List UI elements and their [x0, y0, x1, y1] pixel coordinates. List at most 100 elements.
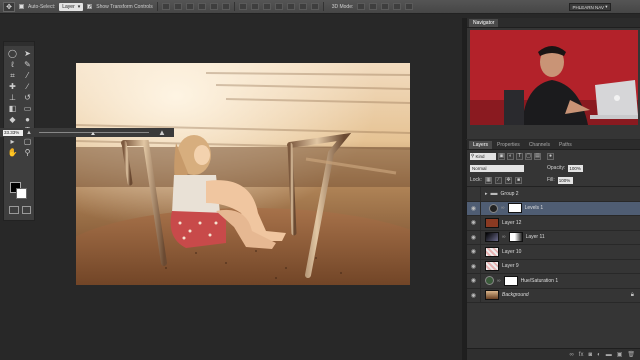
lock-all-icon[interactable]: ■	[514, 176, 522, 184]
fill-field[interactable]: 100%	[557, 176, 573, 184]
healing-brush-icon[interactable]: ✚	[5, 81, 20, 92]
layer-mask-thumbnail[interactable]	[508, 232, 523, 243]
gradient-icon[interactable]: ▭	[20, 103, 35, 114]
filter-toggle-icon[interactable]: ●	[547, 152, 554, 160]
layer-mask-thumbnail[interactable]	[507, 203, 522, 214]
add-mask-icon[interactable]: ◙	[588, 352, 592, 358]
layer-style-icon[interactable]: fx	[579, 352, 584, 358]
3d-roll-icon[interactable]	[369, 3, 378, 10]
quick-select-icon[interactable]: ✎	[20, 59, 35, 70]
layer-row-hue-saturation-1[interactable]: ◉ ∞ Hue/Saturation 1	[467, 274, 640, 289]
layer-row-background[interactable]: ◉ Background 🔒︎	[467, 288, 640, 303]
move-tool-icon[interactable]: ✥	[3, 1, 15, 12]
auto-align-icon[interactable]	[310, 3, 319, 10]
eye-icon[interactable]: ◉	[467, 216, 481, 230]
align-bottom-icon[interactable]	[185, 3, 194, 10]
visibility-off-icon[interactable]	[467, 187, 481, 201]
history-brush-icon[interactable]: ↺	[20, 92, 35, 103]
background-color-swatch[interactable]	[16, 188, 27, 199]
lasso-icon[interactable]: ℓ	[5, 59, 20, 70]
zoom-slider[interactable]	[38, 132, 149, 135]
blur-icon[interactable]: ◆	[5, 114, 20, 125]
distribute-bottom-icon[interactable]	[262, 3, 271, 10]
tab-properties[interactable]: Properties	[493, 141, 524, 149]
auto-select-checkbox[interactable]	[19, 4, 24, 9]
layer-mask-thumbnail[interactable]	[503, 275, 518, 286]
distribute-top-icon[interactable]	[238, 3, 247, 10]
eye-icon[interactable]: ◉	[467, 259, 481, 273]
trash-icon[interactable]: 🗑︎	[627, 351, 635, 358]
zoom-field[interactable]: 33.33%	[3, 129, 23, 136]
distribute-left-icon[interactable]	[274, 3, 283, 10]
rectangle-icon[interactable]: ▢	[20, 136, 35, 147]
folder-icon: ▬	[490, 190, 498, 198]
layer-row-layer-10[interactable]: ◉ Layer 10	[467, 245, 640, 260]
lock-position-icon[interactable]: ✥	[504, 176, 512, 184]
disclosure-triangle-icon[interactable]: ▸	[485, 191, 488, 197]
eyedropper-icon[interactable]: ⁄	[20, 70, 35, 81]
clone-stamp-icon[interactable]: ⊥	[5, 92, 20, 103]
eraser-icon[interactable]: ◧	[5, 103, 20, 114]
tab-paths[interactable]: Paths	[555, 141, 576, 149]
tab-navigator[interactable]: Navigator	[469, 19, 499, 27]
new-adjustment-icon[interactable]: ◐	[597, 352, 601, 358]
3d-slide-icon[interactable]	[393, 3, 402, 10]
zoom-out-icon[interactable]: ▲	[26, 130, 32, 136]
align-left-icon[interactable]	[197, 3, 206, 10]
crop-icon[interactable]: ⌗	[5, 70, 20, 81]
show-transform-checkbox[interactable]: ✓	[87, 4, 92, 10]
brush-icon[interactable]: ∕	[20, 81, 35, 92]
auto-select-dropdown[interactable]: Layer ▾	[59, 2, 84, 11]
screen-mode-icon[interactable]	[22, 206, 31, 214]
document-canvas[interactable]	[76, 63, 410, 285]
filter-kind-dropdown[interactable]: ⚲ Kind	[470, 152, 496, 160]
lock-image-icon[interactable]: ∕	[494, 176, 502, 184]
3d-pan-icon[interactable]	[381, 3, 390, 10]
align-right-icon[interactable]	[221, 3, 230, 10]
auto-select-label: Auto-Select:	[28, 3, 56, 10]
move-icon[interactable]: ➤	[20, 48, 35, 59]
eye-icon[interactable]: ◉	[467, 274, 481, 288]
3d-scale-icon[interactable]	[405, 3, 414, 10]
new-layer-icon[interactable]: ▣	[617, 351, 623, 358]
path-select-icon[interactable]: ▸	[5, 136, 20, 147]
filter-smart-object-icon[interactable]: ▤	[534, 152, 541, 160]
filter-pixel-icon[interactable]: ▣	[498, 152, 505, 160]
layer-row-group-2[interactable]: ▸ ▬ Group 2	[467, 187, 640, 202]
quick-mask-icon[interactable]	[9, 206, 19, 214]
align-top-icon[interactable]	[161, 3, 170, 10]
link-layers-icon[interactable]: ∞	[570, 352, 574, 358]
eye-icon[interactable]: ◉	[467, 230, 481, 244]
lock-transparency-icon[interactable]: ▦	[484, 176, 492, 184]
zoom-icon[interactable]: ⚲	[20, 147, 35, 158]
distribute-right-icon[interactable]	[298, 3, 307, 10]
blend-mode-dropdown[interactable]: Normal	[470, 164, 524, 172]
distribute-hcenter-icon[interactable]	[286, 3, 295, 10]
eye-icon[interactable]: ◉	[467, 245, 481, 259]
layer-row-levels-1[interactable]: ◉ ∞ Levels 1	[467, 201, 640, 216]
layer-row-layer-11[interactable]: ◉ ∞ Layer 11	[467, 230, 640, 245]
opacity-field[interactable]: 100%	[568, 164, 584, 172]
align-vcenter-icon[interactable]	[173, 3, 182, 10]
layer-thumbnail	[485, 246, 499, 257]
filter-shape-icon[interactable]: ▢	[525, 152, 532, 160]
distribute-vcenter-icon[interactable]	[250, 3, 259, 10]
align-hcenter-icon[interactable]	[209, 3, 218, 10]
workspace-switcher[interactable]: PHLEARN NAV ▾	[569, 3, 611, 11]
eye-icon[interactable]: ◉	[467, 201, 481, 215]
filter-type-icon[interactable]: T	[516, 152, 523, 160]
filter-adjustment-icon[interactable]: ◐	[507, 152, 514, 160]
dodge-icon[interactable]: ●	[20, 114, 35, 125]
ellipse-marquee-icon[interactable]: ◯	[5, 48, 20, 59]
navigator-preview[interactable]	[470, 30, 638, 125]
tab-layers[interactable]: Layers	[469, 141, 493, 149]
layer-row-layer-12[interactable]: ◉ Layer 12	[467, 216, 640, 231]
3d-rotate-icon[interactable]	[357, 3, 366, 10]
tab-channels[interactable]: Channels	[525, 141, 554, 149]
zoom-in-icon[interactable]: ▲	[158, 128, 166, 137]
eye-icon[interactable]: ◉	[467, 288, 481, 302]
hand-icon[interactable]: ✋	[5, 147, 20, 158]
new-group-icon[interactable]: ▬	[606, 352, 612, 358]
layer-row-layer-9[interactable]: ◉ Layer 9	[467, 259, 640, 274]
layer-thumbnail	[485, 261, 499, 272]
